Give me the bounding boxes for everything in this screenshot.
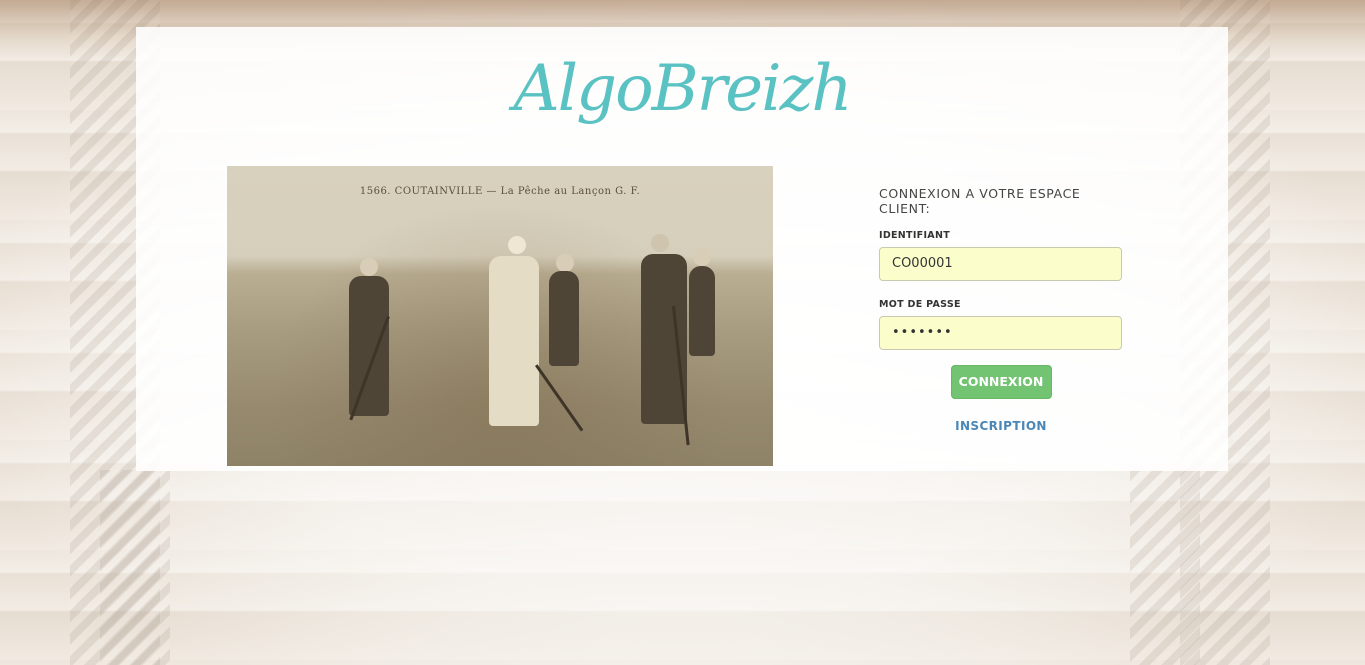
brand-logo: AlgoBreizh (513, 52, 852, 126)
identifiant-label: IDENTIFIANT (879, 230, 950, 241)
login-form: CONNEXION A VOTRE ESPACE CLIENT: IDENTIF… (879, 186, 1123, 433)
figure-head (508, 236, 526, 254)
login-title: CONNEXION A VOTRE ESPACE CLIENT: (879, 186, 1081, 216)
inscription-link[interactable]: INSCRIPTION (879, 419, 1123, 433)
figure-head (651, 234, 669, 252)
figure-center (489, 256, 539, 426)
main-panel: AlgoBreizh 1566. COUTAINVILLE — La Pêche… (136, 27, 1228, 471)
connexion-button[interactable]: CONNEXION (950, 365, 1052, 399)
photo-caption: 1566. COUTAINVILLE — La Pêche au Lançon … (359, 186, 641, 197)
figure-back (549, 271, 579, 366)
figure-left (349, 276, 389, 416)
identifiant-field[interactable]: CO00001 (879, 247, 1122, 281)
figure-head (556, 254, 574, 272)
password-label: MOT DE PASSE (879, 299, 961, 310)
figure-right (641, 254, 687, 424)
background-rope-bottom-left (100, 470, 170, 665)
background-rope-bottom-right (1130, 470, 1200, 665)
vintage-postcard-photo: 1566. COUTAINVILLE — La Pêche au Lançon … (227, 166, 773, 466)
password-field[interactable]: ••••••• (879, 316, 1122, 350)
figure-far-right (689, 266, 715, 356)
figure-head (693, 248, 711, 266)
submit-wrap: CONNEXION (879, 365, 1123, 399)
figure-tool (535, 364, 584, 432)
figure-head (360, 258, 378, 276)
